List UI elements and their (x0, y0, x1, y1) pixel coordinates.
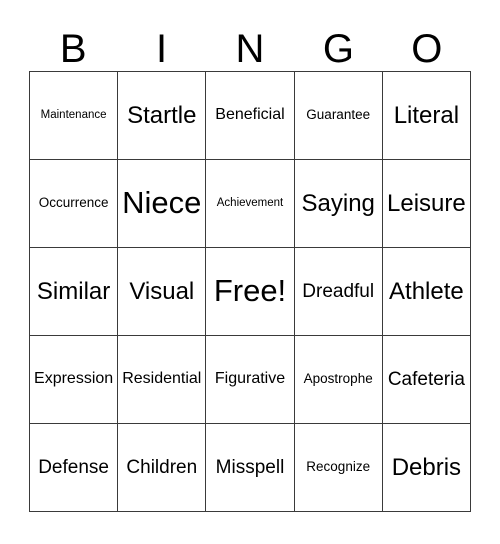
bingo-cell-label: Misspell (215, 456, 285, 478)
bingo-cell-label: Similar (36, 277, 111, 305)
bingo-cell[interactable]: Occurrence (30, 160, 119, 248)
bingo-cell[interactable]: Startle (118, 72, 207, 160)
bingo-cell[interactable]: Figurative (206, 336, 295, 424)
bingo-header-row: B I N G O (29, 15, 471, 71)
bingo-cell-label: Startle (127, 101, 197, 129)
bingo-cell-label: Leisure (387, 189, 466, 217)
bingo-cell-label: Literal (393, 101, 460, 129)
bingo-free-space[interactable]: Free! (206, 248, 295, 336)
bingo-cell[interactable]: Niece (118, 160, 207, 248)
bingo-header-letter-i: I (156, 27, 168, 71)
bingo-cell-label: Occurrence (38, 195, 109, 211)
bingo-cell[interactable]: Similar (30, 248, 119, 336)
bingo-cell-label: Figurative (214, 370, 286, 388)
bingo-cell-label: Achievement (216, 197, 284, 210)
bingo-cell-label: Cafeteria (387, 368, 465, 390)
bingo-cell-label: Debris (391, 453, 462, 481)
bingo-cell[interactable]: Debris (382, 424, 471, 512)
bingo-header-letter-b: B (59, 27, 87, 71)
bingo-cell[interactable]: Dreadful (294, 248, 383, 336)
bingo-cell-label: Beneficial (215, 106, 285, 124)
bingo-cell[interactable]: Residential (118, 336, 207, 424)
bingo-cell-label: Defense (38, 456, 109, 478)
bingo-cell[interactable]: Defense (30, 424, 119, 512)
bingo-cell-label: Dreadful (302, 280, 375, 302)
bingo-cell[interactable]: Achievement (206, 160, 295, 248)
bingo-cell-label: Saying (301, 189, 375, 217)
bingo-cell-label: Recognize (306, 459, 371, 475)
bingo-cell-label: Apostrophe (303, 371, 373, 387)
bingo-cell-label: Visual (129, 277, 195, 305)
bingo-header-letter-g: G (322, 27, 354, 71)
bingo-cell[interactable]: Cafeteria (382, 336, 471, 424)
bingo-card: B I N G O Maintenance Startle Beneficial Gu… (29, 15, 471, 512)
bingo-cell[interactable]: Visual (118, 248, 207, 336)
bingo-cell[interactable]: Beneficial (206, 72, 295, 160)
bingo-cell-label: Residential (122, 370, 202, 388)
bingo-cell-label: Expression (34, 370, 114, 388)
bingo-cell[interactable]: Misspell (206, 424, 295, 512)
bingo-grid: Maintenance Startle Beneficial Guarantee Lit… (29, 71, 471, 512)
bingo-cell-label: Athlete (389, 277, 464, 305)
bingo-cell-label: Children (126, 456, 198, 478)
bingo-cell[interactable]: Expression (30, 336, 119, 424)
bingo-cell[interactable]: Athlete (382, 248, 471, 336)
bingo-cell-label: Niece (122, 185, 202, 221)
bingo-cell[interactable]: Children (118, 424, 207, 512)
bingo-cell[interactable]: Literal (382, 72, 471, 160)
bingo-cell[interactable]: Maintenance (30, 72, 119, 160)
bingo-header-letter-n: N (235, 27, 265, 71)
bingo-cell-label: Maintenance (40, 109, 107, 122)
bingo-cell[interactable]: Saying (294, 160, 383, 248)
bingo-cell-label: Guarantee (306, 107, 371, 123)
bingo-cell[interactable]: Leisure (382, 160, 471, 248)
bingo-cell[interactable]: Apostrophe (294, 336, 383, 424)
bingo-cell-label: Free! (213, 273, 287, 309)
bingo-header-letter-o: O (411, 27, 443, 71)
bingo-cell[interactable]: Guarantee (294, 72, 383, 160)
bingo-cell[interactable]: Recognize (294, 424, 383, 512)
